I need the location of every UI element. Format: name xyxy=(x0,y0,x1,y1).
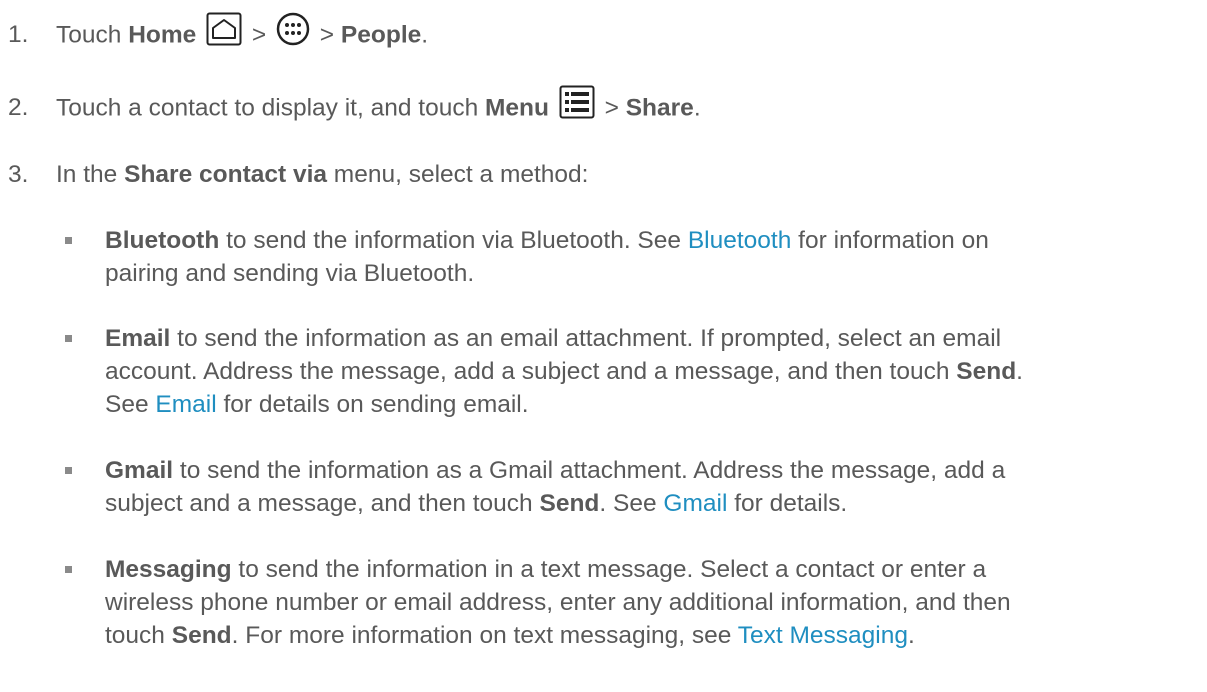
step-number: 2. xyxy=(8,94,29,122)
step-number: 3. xyxy=(8,161,29,188)
bullet-marker xyxy=(65,335,72,342)
bullet-marker xyxy=(65,237,72,244)
method-email: Email to send the information as an emai… xyxy=(65,322,1200,421)
people-label: People xyxy=(340,21,422,49)
home-label: Home xyxy=(128,21,197,49)
gmail-link[interactable]: Gmail xyxy=(663,490,727,517)
text-messaging-link[interactable]: Text Messaging xyxy=(738,622,908,649)
document-page: 1. Touch Home > > People. 2. Touch a conta… xyxy=(0,0,1207,692)
bullet-marker xyxy=(65,467,72,474)
bluetooth-link[interactable]: Bluetooth xyxy=(688,227,792,254)
method-gmail: Gmail to send the information as a Gmail… xyxy=(65,454,1200,520)
step-1: 1. Touch Home > > People. xyxy=(8,12,428,58)
share-label: Share xyxy=(625,94,694,122)
menu-label: Menu xyxy=(485,94,549,122)
email-link[interactable]: Email xyxy=(155,391,216,418)
bullet-marker xyxy=(65,566,72,573)
method-bluetooth: Bluetooth to send the information via Bl… xyxy=(65,224,1200,290)
step-number: 1. xyxy=(8,21,29,49)
apps-icon xyxy=(276,12,310,56)
step-3: 3. In the Share contact via menu, select … xyxy=(8,158,588,192)
home-icon xyxy=(206,12,242,56)
method-messaging: Messaging to send the information in a t… xyxy=(65,553,1200,652)
share-contact-via-label: Share contact via xyxy=(124,161,327,188)
menu-icon xyxy=(559,85,595,129)
step-2: 2. Touch a contact to display it, and tou… xyxy=(8,85,701,131)
